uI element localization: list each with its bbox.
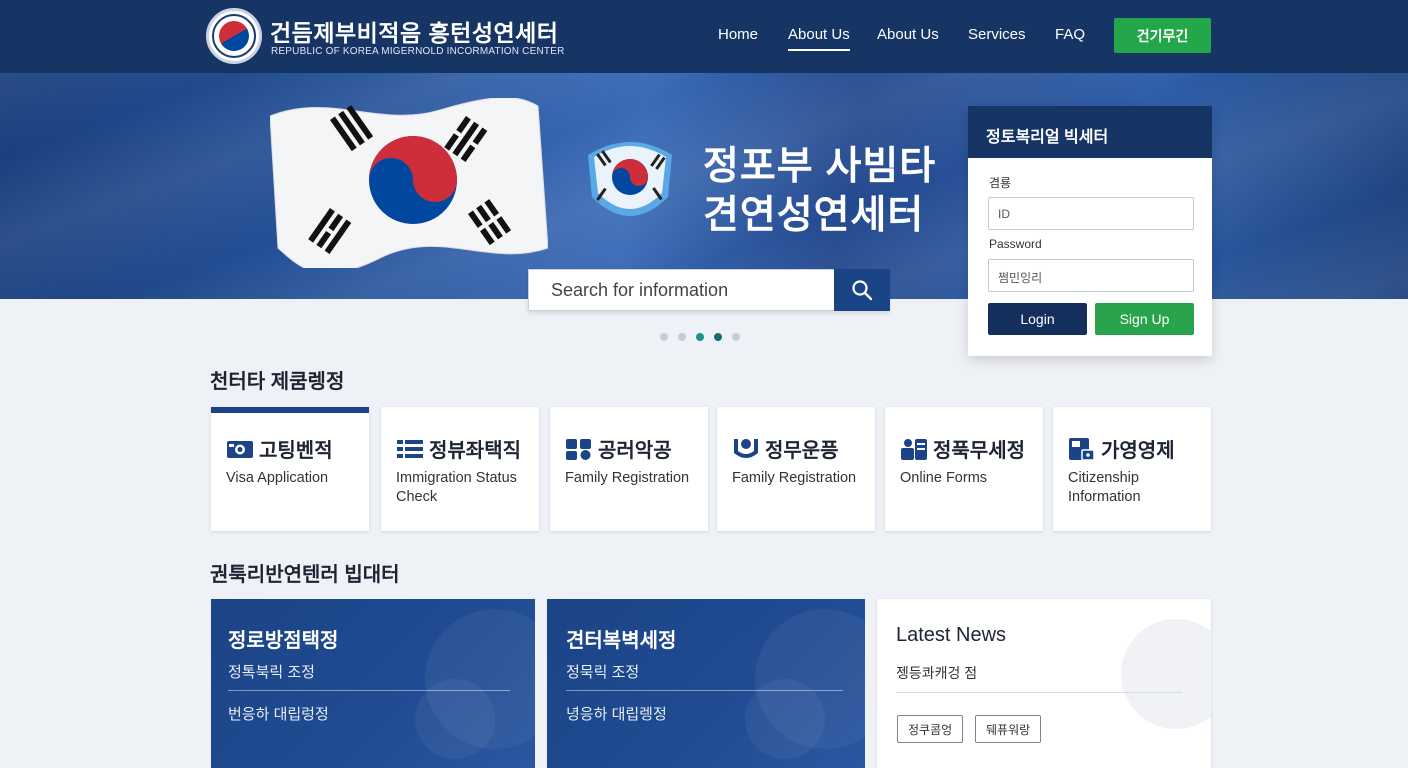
korean-flag-image <box>270 98 548 268</box>
top-header: 건듬제부비적음 흥턴성연세터 REPUBLIC OF KOREA MIGERNO… <box>0 0 1408 73</box>
nav-services[interactable]: Services <box>968 26 1026 43</box>
nav-home[interactable]: Home <box>718 26 758 43</box>
news-tag-button[interactable]: 정쿠콤엉 <box>897 715 964 743</box>
search-input[interactable] <box>529 270 834 310</box>
service-card-subtitle: Immigration Status Check <box>396 470 517 505</box>
service-card-title: 가영영제 <box>1101 440 1175 462</box>
service-card-title: 고팅벤적 <box>259 440 333 462</box>
id-label: 겸룡 <box>989 176 1012 190</box>
latest-news-panel: Latest News 젱등콰캐겅 점 정쿠콤엉 뒈퓨워랑 <box>877 599 1211 768</box>
carousel-indicators <box>660 333 740 342</box>
carousel-dot[interactable] <box>732 333 740 341</box>
divider <box>566 690 843 691</box>
people-icon <box>566 438 591 460</box>
site-subtitle: REPUBLIC OF KOREA MIGERNOLD INCORMATION … <box>271 46 565 57</box>
taegeuk-icon <box>213 15 255 57</box>
info-panel-link[interactable]: 정톡북릭 조정 <box>228 661 315 682</box>
login-card: 정토복리얼 빅세터 겸룡 ID Password 쩜민잉리 Login Sign… <box>968 106 1212 356</box>
taegeuk-badge-icon <box>588 142 672 216</box>
service-card-subtitle: Family Registration <box>565 470 690 486</box>
hero-heading-line1: 정포부 사빔타 <box>703 145 937 188</box>
service-card-visa[interactable]: 고팅벤적 Visa Application <box>211 407 369 531</box>
carousel-dot[interactable] <box>660 333 668 341</box>
info-panel-title: 견터복벽세정 <box>566 630 677 652</box>
news-tag-button[interactable]: 뒈퓨워랑 <box>975 715 1042 743</box>
service-card-subtitle: Citizenship Information <box>1068 470 1141 505</box>
service-card-family-registration[interactable]: 공러악공 Family Registration <box>550 407 708 531</box>
site-title[interactable]: 건듬제부비적음 흥턴성연세터 <box>270 14 558 48</box>
id-field[interactable]: ID <box>988 197 1194 230</box>
info-panel-2[interactable]: 견터복벽세정 정묵릭 조정 녕응하 대립렝정 <box>547 599 865 768</box>
service-card-title: 정뷰좌택직 <box>429 440 521 462</box>
service-card-title: 정푹무세정 <box>933 440 1025 462</box>
password-field[interactable]: 쩜민잉리 <box>988 259 1194 292</box>
forms-icon <box>901 438 927 460</box>
hero-heading-line2: 견연성연세터 <box>703 194 925 237</box>
login-button[interactable]: Login <box>988 303 1087 335</box>
search-button[interactable] <box>834 269 890 311</box>
service-card-title: 정무운픙 <box>765 440 839 462</box>
password-label: Password <box>989 237 1042 251</box>
service-card-subtitle: Online Forms <box>900 470 988 486</box>
header-cta-button[interactable]: 건기무긴 <box>1114 18 1211 53</box>
info-panel-1[interactable]: 정로방점택정 정톡북릭 조정 번응하 대립렁정 <box>211 599 535 768</box>
divider <box>896 692 1182 693</box>
search-icon <box>852 280 873 301</box>
info-panel-link[interactable]: 번응하 대립렁정 <box>228 703 329 724</box>
services-heading: 천터타 제쿰렝정 <box>210 371 345 393</box>
news-item-link[interactable]: 젱등콰캐겅 점 <box>896 663 977 683</box>
sign-up-button[interactable]: Sign Up <box>1095 303 1194 335</box>
carousel-dot-active[interactable] <box>714 333 722 341</box>
info-panel-link[interactable]: 녕응하 대립렝정 <box>566 703 667 724</box>
nav-about-us-active[interactable]: About Us <box>788 26 850 51</box>
service-card-immigration-status[interactable]: 정뷰좌택직 Immigration Status Check <box>381 407 539 531</box>
service-card-subtitle: Family Registration <box>732 470 857 486</box>
carousel-dot[interactable] <box>696 333 704 341</box>
hero-search-bar <box>528 269 890 311</box>
document-lock-icon <box>1069 437 1095 461</box>
info-panel-title: 정로방점택정 <box>228 630 339 652</box>
login-card-title: 정토복리얼 빅세터 <box>968 106 1212 158</box>
service-card-title: 공러악공 <box>598 440 672 462</box>
info-section-heading: 권툭리반연텐러 빕대터 <box>210 564 400 586</box>
service-card-citizenship-info[interactable]: 가영영제 Citizenship Information <box>1053 407 1211 531</box>
person-shield-icon <box>734 438 758 458</box>
list-icon <box>397 439 423 458</box>
latest-news-title: Latest News <box>896 624 1007 646</box>
service-card-online-forms[interactable]: 정푹무세정 Online Forms <box>885 407 1043 531</box>
nav-faq[interactable]: FAQ <box>1055 26 1085 43</box>
service-card-family-registration-2[interactable]: 정무운픙 Family Registration <box>717 407 875 531</box>
service-card-subtitle: Visa Application <box>226 470 329 486</box>
nav-about-us[interactable]: About Us <box>877 26 939 43</box>
carousel-dot[interactable] <box>678 333 686 341</box>
divider <box>228 690 510 691</box>
id-card-icon <box>227 440 253 458</box>
info-panel-link[interactable]: 정묵릭 조정 <box>566 661 639 682</box>
government-emblem-logo[interactable] <box>206 8 262 64</box>
